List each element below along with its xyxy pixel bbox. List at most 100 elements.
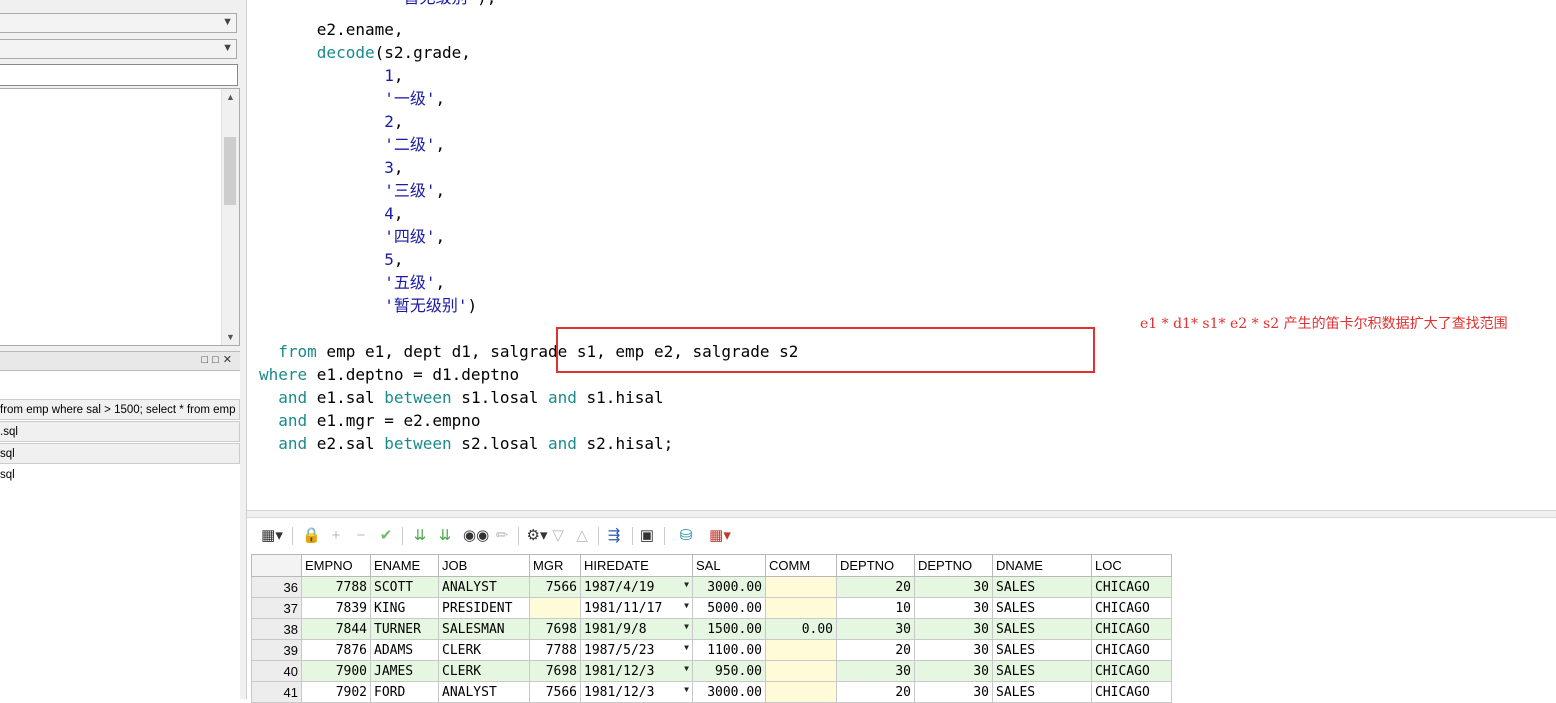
cell-job[interactable]: ANALYST [438,576,530,598]
cell-sal[interactable]: 3000.00 [692,681,766,703]
cell-comm[interactable] [765,639,837,661]
cell-deptno2[interactable]: 30 [914,639,993,661]
cell-deptno[interactable]: 30 [836,660,915,682]
code-line[interactable]: and e1.mgr = e2.empno [259,409,480,432]
cell-sal[interactable]: 1100.00 [692,639,766,661]
cell-loc[interactable]: CHICAGO [1091,576,1172,598]
table-row[interactable]: 39 7876 ADAMS CLERK 7788 ▼ 1987/5/23 1100.00 20 3… [251,639,1172,661]
post-changes-icon[interactable]: ✔ [377,526,395,546]
cell-hiredate[interactable]: ▼ 1987/5/23 [580,639,693,661]
cell-ename[interactable]: KING [370,597,439,619]
cell-job[interactable]: SALESMAN [438,618,530,640]
cell-comm[interactable] [765,681,837,703]
cell-deptno[interactable]: 20 [836,639,915,661]
cell-hiredate[interactable]: ▼ 1981/9/8 [580,618,693,640]
cell-hiredate[interactable]: ▼ 1981/12/3 [580,681,693,703]
code-line[interactable]: '一级', [259,87,445,110]
code-line[interactable]: '三级', [259,179,445,202]
cell-deptno[interactable]: 10 [836,597,915,619]
cell-loc[interactable]: CHICAGO [1091,660,1172,682]
code-line[interactable]: 5, [259,248,403,271]
cell-deptno[interactable]: 20 [836,681,915,703]
column-header[interactable]: DNAME [992,554,1092,577]
cell-loc[interactable]: CHICAGO [1091,618,1172,640]
cell-comm[interactable] [765,597,837,619]
cell-empno[interactable]: 7788 [301,576,371,598]
delete-record-icon[interactable]: − [352,526,370,546]
row-number[interactable]: 40 [251,660,302,682]
cell-dname[interactable]: SALES [992,639,1092,661]
lock-icon[interactable]: 🔒 [302,526,321,546]
object-owner-select[interactable]: ▼ [0,39,237,59]
history-item[interactable]: sql [0,465,240,486]
cell-deptno[interactable]: 30 [836,618,915,640]
cell-loc[interactable]: CHICAGO [1091,597,1172,619]
db-icon[interactable]: ⛁ [675,526,697,546]
table-row[interactable]: 41 7902 FORD ANALYST 7566 ▼ 1981/12/3 3000.00 20… [251,681,1172,703]
cell-empno[interactable]: 7876 [301,639,371,661]
date-picker-icon[interactable]: ▼ [684,622,689,631]
row-number[interactable]: 39 [251,639,302,661]
code-line[interactable]: '二级', [259,133,445,156]
column-header[interactable]: COMM [765,554,837,577]
row-number[interactable]: 41 [251,681,302,703]
cell-hiredate[interactable]: ▼ 1981/12/3 [580,660,693,682]
sql-editor[interactable]: '暂无级别'), e2.ename, decode(s2.grade, 1, '… [247,0,1556,510]
cell-sal[interactable]: 5000.00 [692,597,766,619]
code-line[interactable]: decode(s2.grade, [259,41,471,64]
history-item[interactable]: from emp where sal > 1500; select * from… [0,399,240,420]
cell-ename[interactable]: ADAMS [370,639,439,661]
date-picker-icon[interactable]: ▼ [684,664,689,673]
cell-deptno2[interactable]: 30 [914,597,993,619]
find-icon[interactable]: ◉◉ [463,526,489,546]
table-row[interactable]: 37 7839 KING PRESIDENT ▼ 1981/11/17 5000.00 10 3… [251,597,1172,619]
cell-ename[interactable]: FORD [370,681,439,703]
cell-deptno2[interactable]: 30 [914,660,993,682]
cell-loc[interactable]: CHICAGO [1091,681,1172,703]
history-item[interactable]: sql [0,443,240,464]
cell-job[interactable]: CLERK [438,639,530,661]
cell-loc[interactable]: CHICAGO [1091,639,1172,661]
cell-deptno2[interactable]: 30 [914,681,993,703]
date-picker-icon[interactable]: ▼ [684,685,689,694]
cell-job[interactable]: ANALYST [438,681,530,703]
scroll-up-icon[interactable]: ▲ [222,89,239,105]
cell-job[interactable]: CLERK [438,660,530,682]
cell-mgr[interactable]: 7566 [529,576,581,598]
code-line[interactable]: '五级', [259,271,445,294]
pane-splitter[interactable] [247,510,1556,518]
date-picker-icon[interactable]: ▼ [684,580,689,589]
column-header[interactable]: MGR [529,554,581,577]
column-header[interactable]: JOB [438,554,530,577]
add-record-icon[interactable]: + [327,526,345,546]
cell-empno[interactable]: 7902 [301,681,371,703]
cell-mgr[interactable]: 7566 [529,681,581,703]
result-grid[interactable]: EMPNO ENAME JOB MGR HIREDATE SAL COMM DE… [251,554,1172,703]
cell-comm[interactable]: 0.00 [765,618,837,640]
export-icon[interactable]: ⇶ [603,526,625,546]
object-type-select[interactable]: ▼ [0,13,237,33]
grid-options-icon[interactable]: ▦▾ [257,526,287,546]
table-row[interactable]: 36 7788 SCOTT ANALYST 7566 ▼ 1987/4/19 3000.00 2… [251,576,1172,598]
chart-icon[interactable]: ▦▾ [702,526,738,546]
table-row[interactable]: 38 7844 TURNER SALESMAN 7698 ▼ 1981/9/8 1500.00… [251,618,1172,640]
scroll-down-icon[interactable]: ▼ [222,329,239,345]
code-line[interactable]: '四级', [259,225,445,248]
cell-sal[interactable]: 3000.00 [692,576,766,598]
cell-dname[interactable]: SALES [992,597,1092,619]
next-page-icon[interactable]: ⇊ [411,526,429,546]
cell-dname[interactable]: SALES [992,576,1092,598]
code-line[interactable]: and e2.sal between s2.losal and s2.hisal… [259,432,673,455]
row-number[interactable]: 36 [251,576,302,598]
object-filter-input[interactable] [0,64,238,86]
cell-ename[interactable]: TURNER [370,618,439,640]
code-line[interactable]: 1, [259,64,403,87]
row-number[interactable]: 37 [251,597,302,619]
date-picker-icon[interactable]: ▼ [684,643,689,652]
cell-dname[interactable]: SALES [992,618,1092,640]
cell-mgr[interactable] [529,597,581,619]
cell-hiredate[interactable]: ▼ 1987/4/19 [580,576,693,598]
save-icon[interactable]: ▣ [637,526,657,546]
history-item[interactable]: .sql [0,421,240,442]
code-line[interactable]: '暂无级别') [259,294,477,317]
